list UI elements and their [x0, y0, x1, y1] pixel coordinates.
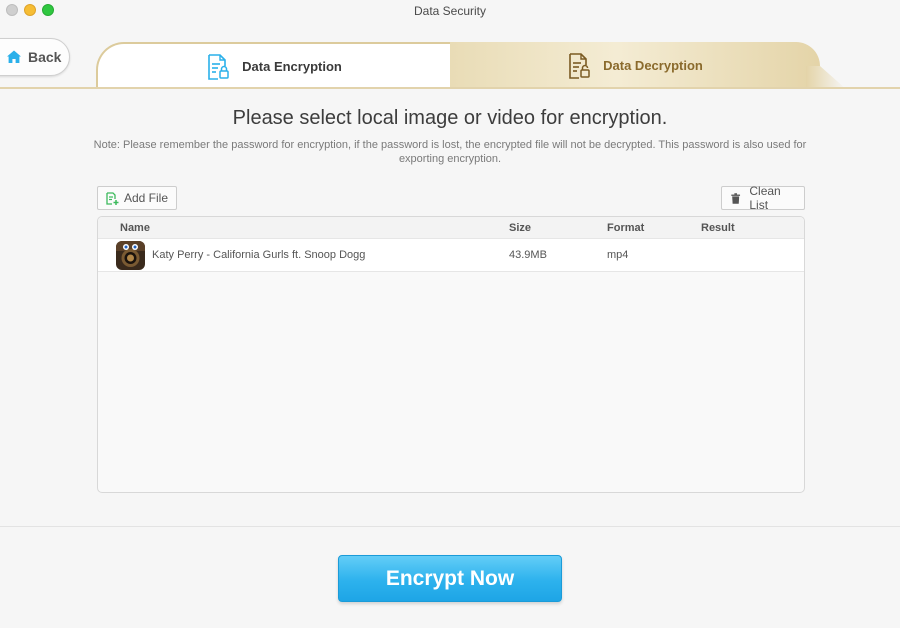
file-list: Name Size Format Result Katy Perry - Cal…: [97, 216, 805, 493]
add-file-button[interactable]: Add File: [97, 186, 178, 210]
password-note: Note: Please remember the password for e…: [93, 139, 807, 165]
header: Back Data Encryption Data Decryption: [0, 22, 900, 89]
column-header-format: Format: [607, 222, 645, 234]
trash-icon: [731, 192, 741, 204]
tab-data-decryption[interactable]: Data Decryption: [450, 42, 820, 89]
file-list-header: Name Size Format Result: [98, 217, 804, 239]
footer-divider: [0, 526, 900, 527]
add-file-icon: [106, 191, 119, 205]
file-size: 43.9MB: [509, 249, 547, 261]
file-name: Katy Perry - California Gurls ft. Snoop …: [152, 249, 366, 261]
tab-data-encryption[interactable]: Data Encryption: [96, 42, 452, 89]
file-format: mp4: [607, 249, 629, 261]
page-title: Please select local image or video for e…: [232, 107, 668, 129]
home-icon: [7, 50, 21, 63]
tab-decoration: [806, 66, 846, 89]
clean-list-label: Clean List: [749, 184, 781, 212]
encrypt-now-button[interactable]: Encrypt Now: [338, 555, 562, 602]
table-row[interactable]: Katy Perry - California Gurls ft. Snoop …: [98, 239, 804, 272]
clean-list-button[interactable]: Clean List: [721, 184, 805, 212]
window-title: Data Security: [413, 4, 487, 18]
encrypt-document-icon: [208, 53, 229, 80]
back-button[interactable]: Back: [0, 38, 70, 76]
decrypt-document-icon: [569, 52, 590, 79]
column-header-result: Result: [701, 222, 735, 234]
column-header-name: Name: [120, 222, 150, 234]
back-label: Back: [28, 49, 62, 65]
column-header-size: Size: [509, 222, 532, 234]
add-file-label: Add File: [124, 191, 169, 205]
tab-data-decryption-label: Data Decryption: [603, 58, 703, 73]
tab-data-encryption-label: Data Encryption: [242, 59, 342, 74]
video-thumbnail: [116, 241, 145, 270]
header-divider: [0, 87, 900, 89]
title-bar: Data Security: [0, 0, 900, 22]
